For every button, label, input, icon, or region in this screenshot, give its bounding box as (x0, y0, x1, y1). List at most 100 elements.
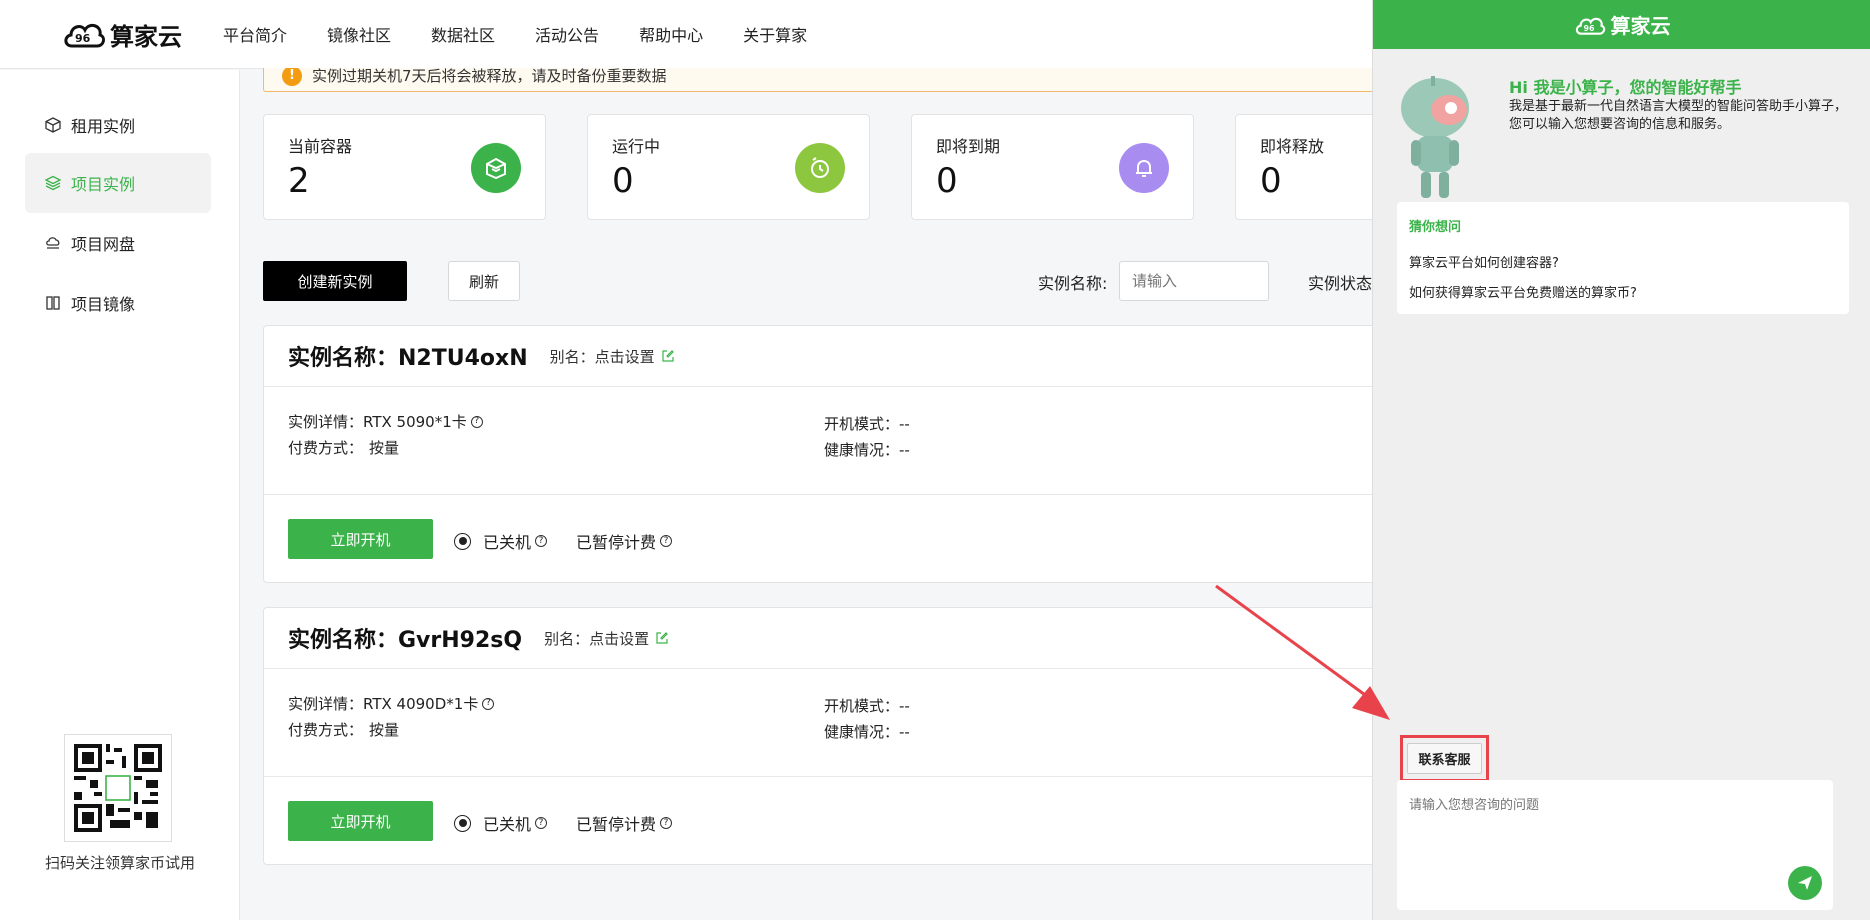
edit-icon[interactable] (661, 349, 675, 363)
suggested-question[interactable]: 如何获得算家云平台免费赠送的算家币? (1409, 282, 1637, 301)
radio-selected-icon (454, 814, 471, 832)
radio-selected-icon (454, 532, 471, 550)
main-nav: 平台简介 镜像社区 数据社区 活动公告 帮助中心 关于算家 (223, 22, 847, 46)
status-billing-paused: 已暂停计费 ? (576, 811, 673, 835)
warning-icon: ! (282, 68, 302, 86)
wechat-qr-code (64, 734, 172, 842)
pay-value: 按量 (369, 721, 400, 739)
robot-mascot-icon (1401, 76, 1469, 198)
instance-card-footer: 立即开机 已关机 ? 已暂停计费 ? (264, 495, 1402, 582)
boot-value: -- (899, 414, 910, 433)
instance-alias[interactable]: 别名：点击设置 (550, 346, 655, 367)
boot-label: 开机模式： (824, 697, 900, 715)
sidebar: 租用实例 项目实例 项目网盘 项目镜像 扫码关注领算家币试用 (0, 70, 240, 920)
cloud-logo-icon: 96 (1575, 17, 1605, 35)
chat-title: 算家云 (1610, 14, 1671, 38)
sidebar-item-label: 项目实例 (71, 175, 136, 194)
container-box-icon (471, 143, 521, 193)
contact-support-highlight: 联系客服 (1400, 735, 1489, 782)
suggested-question[interactable]: 算家云平台如何创建容器? (1409, 252, 1559, 271)
stat-label: 当前容器 (288, 137, 353, 156)
stat-value: 0 (1260, 161, 1282, 201)
detail-label: 实例详情： (288, 695, 364, 713)
instance-detail: 实例详情： RTX 4090D*1卡 ? (288, 693, 495, 714)
instance-name-filter-input[interactable] (1119, 261, 1269, 301)
instance-detail: 实例详情： RTX 5090*1卡 ? (288, 411, 483, 432)
instance-name-filter-label: 实例名称: (1038, 274, 1108, 293)
help-question-icon[interactable]: ? (470, 415, 483, 428)
sidebar-item-label: 项目网盘 (71, 235, 136, 254)
sidebar-item-project-image[interactable]: 项目镜像 (25, 273, 211, 333)
instance-card-body: 实例详情： RTX 5090*1卡 ? 付费方式： 按量 开机模式： -- 健康… (264, 387, 1402, 495)
boot-mode: 开机模式： -- (824, 695, 910, 716)
status-billing-label: 已暂停计费 (576, 533, 657, 552)
pay-value: 按量 (369, 439, 400, 457)
instance-card-header: 实例名称：GvrH92sQ 别名：点击设置 (264, 608, 1402, 669)
status-powered-off: 已关机 ? (454, 529, 548, 553)
stat-label: 即将释放 (1260, 137, 1325, 156)
help-question-icon[interactable]: ? (535, 817, 548, 829)
edit-icon[interactable] (655, 631, 669, 645)
help-question-icon[interactable]: ? (660, 817, 673, 829)
warning-text: 实例过期关机7天后将会被释放，请及时备份重要数据 (312, 68, 667, 85)
pay-label: 付费方式： (288, 721, 364, 739)
status-billing-label: 已暂停计费 (576, 815, 657, 834)
nav-announcements[interactable]: 活动公告 (535, 22, 599, 46)
stat-card-running: 运行中 0 (587, 114, 870, 220)
contact-support-button[interactable]: 联系客服 (1407, 743, 1482, 774)
create-instance-button[interactable]: 创建新实例 (263, 261, 407, 301)
brand-logo[interactable]: 96 算家云 (62, 16, 190, 52)
suggested-questions-title: 猜你想问 (1409, 220, 1462, 235)
health-label: 健康情况： (824, 441, 900, 459)
health-value: -- (899, 722, 910, 741)
instance-name: 实例名称：N2TU4oxN (288, 346, 528, 371)
status-powered-off: 已关机 ? (454, 811, 548, 835)
start-now-button[interactable]: 立即开机 (288, 801, 433, 841)
health-label: 健康情况： (824, 723, 900, 741)
payment-method: 付费方式： 按量 (288, 437, 399, 458)
send-message-button[interactable] (1788, 866, 1822, 900)
detail-label: 实例详情： (288, 413, 364, 431)
running-clock-icon (795, 143, 845, 193)
help-question-icon[interactable]: ? (535, 535, 548, 547)
health-value: -- (899, 440, 910, 459)
instance-status-filter-label: 实例状态 (1308, 274, 1373, 293)
nav-platform-intro[interactable]: 平台简介 (223, 22, 287, 46)
help-question-icon[interactable]: ? (482, 697, 495, 710)
sidebar-item-rent-instance[interactable]: 租用实例 (25, 95, 211, 155)
stat-value: 0 (936, 161, 958, 201)
detail-value: RTX 5090*1卡 (363, 413, 467, 431)
nav-about[interactable]: 关于算家 (743, 22, 807, 46)
cloud-logo-icon: 96 (64, 23, 106, 48)
nav-data-community[interactable]: 数据社区 (431, 22, 495, 46)
sidebar-item-label: 租用实例 (71, 117, 136, 136)
instance-card: 实例名称：GvrH92sQ 别名：点击设置 实例详情： RTX 4090D*1卡… (263, 607, 1403, 865)
sidebar-item-project-drive[interactable]: 项目网盘 (25, 213, 211, 273)
instance-card-footer: 立即开机 已关机 ? 已暂停计费 ? (264, 777, 1402, 864)
image-columns-icon (46, 296, 60, 310)
nav-image-community[interactable]: 镜像社区 (327, 22, 391, 46)
payment-method: 付费方式： 按量 (288, 719, 399, 740)
bell-icon (1119, 143, 1169, 193)
greeting-text: 我是基于最新一代自然语言大模型的智能问答助手小算子，您可以输入您想要咨询的信息和… (1509, 99, 1848, 132)
nav-help-center[interactable]: 帮助中心 (639, 22, 703, 46)
main-content: ! 实例过期关机7天后将会被释放，请及时备份重要数据 当前容器 2 运行中 0 … (240, 68, 1518, 920)
help-question-icon[interactable]: ? (660, 535, 673, 547)
chat-message-input[interactable] (1397, 780, 1833, 910)
detail-value: RTX 4090D*1卡 (363, 695, 479, 713)
sidebar-item-project-instance[interactable]: 项目实例 (25, 153, 211, 213)
greeting-title: Hi 我是小算子，您的智能好帮手 (1509, 78, 1742, 97)
refresh-button[interactable]: 刷新 (448, 261, 520, 301)
instance-card-header: 实例名称：N2TU4oxN 别名：点击设置 (264, 326, 1402, 387)
send-icon (1798, 876, 1812, 890)
instance-name: 实例名称：GvrH92sQ (288, 628, 523, 653)
stat-card-current-containers: 当前容器 2 (263, 114, 546, 220)
instance-card: 实例名称：N2TU4oxN 别名：点击设置 实例详情： RTX 5090*1卡 … (263, 325, 1403, 583)
start-now-button[interactable]: 立即开机 (288, 519, 433, 559)
qr-caption: 扫码关注领算家币试用 (44, 854, 195, 872)
chat-header: 96 算家云 (1373, 0, 1870, 49)
instance-alias[interactable]: 别名：点击设置 (544, 628, 649, 649)
boot-label: 开机模式： (824, 415, 900, 433)
health-status: 健康情况： -- (824, 439, 910, 460)
status-billing-paused: 已暂停计费 ? (576, 529, 673, 553)
